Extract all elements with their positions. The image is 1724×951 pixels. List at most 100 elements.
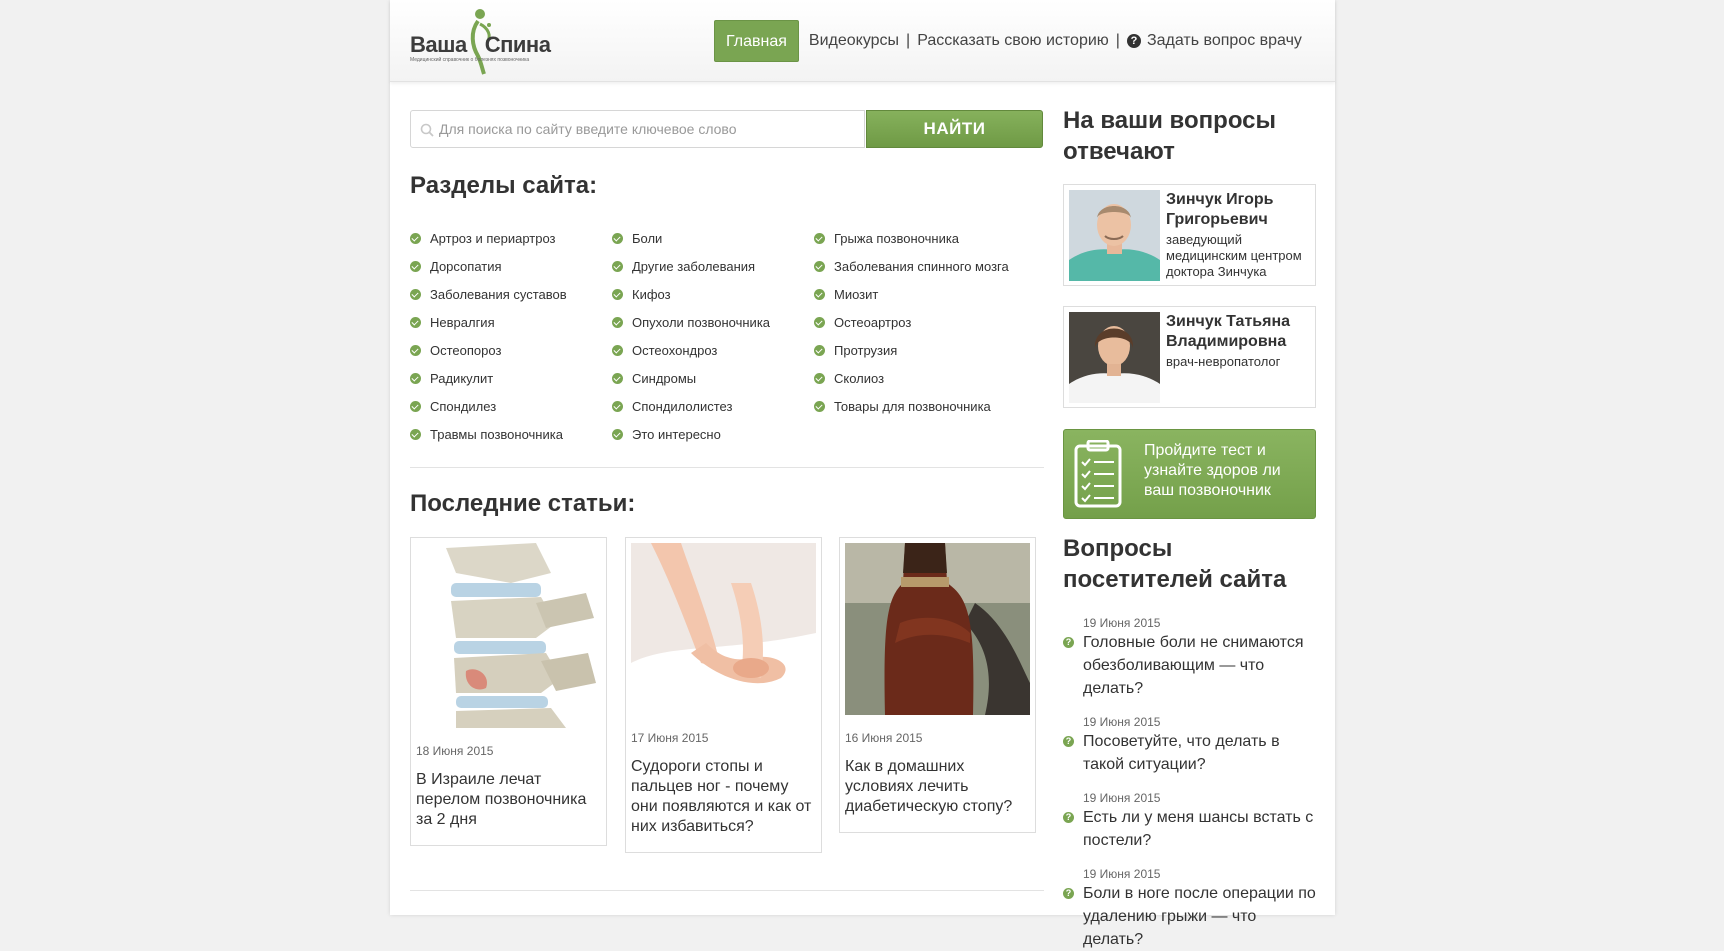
section-link[interactable]: Протрузия [814, 336, 1050, 364]
article-card[interactable]: 16 Июня 2015 Как в домашних условиях леч… [839, 537, 1036, 833]
question-link[interactable]: ? Есть ли у меня шансы встать с постели? [1063, 806, 1318, 852]
question-icon: ? [1063, 812, 1074, 823]
section-link[interactable]: Опухоли позвоночника [612, 308, 814, 336]
article-image-foot[interactable] [631, 543, 816, 715]
nav-home[interactable]: Главная [714, 20, 799, 62]
doctor-role: врач-невропатолог [1166, 354, 1281, 369]
section-label: Протрузия [834, 342, 898, 358]
section-label: Опухоли позвоночника [632, 314, 771, 330]
section-link[interactable]: Это интересно [612, 420, 814, 448]
question-text: Посоветуйте, что делать в такой ситуации… [1083, 733, 1280, 773]
question-item[interactable]: 19 Июня 2015 ? Головные боли не снимаются… [1063, 616, 1318, 700]
section-link[interactable]: Дорсопатия [410, 252, 612, 280]
question-item[interactable]: 19 Июня 2015 ? Есть ли у меня шансы встат… [1063, 791, 1318, 852]
doctor-photo[interactable] [1069, 190, 1160, 281]
article-title[interactable]: Судороги стопы и пальцев ног - почему он… [631, 757, 816, 837]
article-date: 17 Июня 2015 [631, 731, 709, 745]
section-link[interactable]: Заболевания суставов [410, 280, 612, 308]
section-label: Невралгия [430, 314, 495, 330]
question-link[interactable]: ? Боли в ноге после операции по удалению … [1063, 882, 1318, 951]
nav-ask-doctor-label: Задать вопрос врачу [1146, 32, 1302, 49]
doctor-card[interactable]: Зинчук Игорь Григорьевич заведующий меди… [1063, 184, 1316, 286]
doctor-photo[interactable] [1069, 312, 1160, 403]
section-link[interactable]: Радикулит [410, 364, 612, 392]
section-link[interactable]: Сколиоз [814, 364, 1050, 392]
doctor-card[interactable]: Зинчук Татьяна Владимировна врач-невропа… [1063, 306, 1316, 408]
experts-title: На ваши вопросы отвечают [1063, 107, 1276, 165]
section-link[interactable]: Грыжа позвоночника [814, 224, 1050, 252]
section-label: Грыжа позвоночника [834, 230, 960, 246]
section-link[interactable]: Травмы позвоночника [410, 420, 612, 448]
nav-ask-doctor[interactable]: ? Задать вопрос врачу [1126, 32, 1302, 50]
section-link[interactable]: Другие заболевания [612, 252, 814, 280]
section-link[interactable]: Миозит [814, 280, 1050, 308]
section-link[interactable]: Спондилез [410, 392, 612, 420]
check-icon [410, 344, 421, 356]
section-link[interactable]: Синдромы [612, 364, 814, 392]
sections-list: Артроз и периартроз Боли Грыжа позвоночн… [410, 224, 1050, 448]
question-icon: ? [1063, 888, 1074, 899]
check-icon [814, 372, 825, 384]
check-icon [410, 260, 421, 272]
section-label: Это интересно [632, 426, 721, 442]
search-input[interactable] [439, 111, 859, 147]
site-header: Ваша Спина Медицинский справочник о болез… [390, 0, 1335, 82]
nav-tell-story[interactable]: Рассказать свою историю [917, 32, 1109, 50]
question-icon: ? [1126, 34, 1141, 48]
question-item[interactable]: 19 Июня 2015 ? Боли в ноге после операции… [1063, 867, 1318, 951]
article-title[interactable]: Как в домашних условиях лечить диабетиче… [845, 757, 1030, 817]
question-text: Боли в ноге после операции по удалению г… [1083, 885, 1316, 948]
search-box [410, 110, 865, 148]
nav-videocourses[interactable]: Видеокурсы [809, 32, 899, 50]
section-link[interactable]: Боли [612, 224, 814, 252]
article-card[interactable]: 17 Июня 2015 Судороги стопы и пальцев но… [625, 537, 822, 853]
question-link[interactable]: ? Посоветуйте, что делать в такой ситуаци… [1063, 730, 1318, 776]
logo-text: Ваша Спина [410, 32, 551, 58]
check-icon [410, 288, 421, 300]
site-logo[interactable]: Ваша Спина Медицинский справочник о болез… [410, 6, 570, 75]
check-icon [814, 260, 825, 272]
check-icon [814, 316, 825, 328]
question-item[interactable]: 19 Июня 2015 ? Посоветуйте, что делать в … [1063, 715, 1318, 776]
section-label: Сколиоз [834, 370, 885, 386]
questions-title: Вопросы посетителей сайта [1063, 535, 1287, 593]
section-label: Остеохондроз [632, 342, 718, 358]
question-text: Головные боли не снимаются обезболивающи… [1083, 634, 1304, 697]
section-label: Другие заболевания [632, 258, 756, 274]
article-image-spine[interactable] [416, 543, 601, 728]
question-text: Есть ли у меня шансы встать с постели? [1083, 809, 1314, 849]
section-link[interactable]: Спондилолистез [612, 392, 814, 420]
section-link[interactable]: Заболевания спинного мозга [814, 252, 1050, 280]
section-link[interactable]: Невралгия [410, 308, 612, 336]
search-button[interactable]: НАЙТИ [866, 110, 1043, 148]
section-link[interactable]: Остеопороз [410, 336, 612, 364]
check-icon [612, 428, 623, 440]
check-icon [410, 428, 421, 440]
section-label: Боли [632, 230, 663, 246]
question-date: 19 Июня 2015 [1083, 867, 1161, 881]
article-title[interactable]: В Израиле лечат перелом позвоночника за … [416, 770, 601, 830]
section-label: Заболевания спинного мозга [834, 258, 1009, 274]
question-link[interactable]: ? Головные боли не снимаются обезболивающ… [1063, 631, 1318, 700]
section-link[interactable]: Остеохондроз [612, 336, 814, 364]
section-link[interactable]: Товары для позвоночника [814, 392, 1050, 420]
page-container: Ваша Спина Медицинский справочник о болез… [390, 0, 1335, 948]
spine-test-banner[interactable]: Пройдите тест и узнайте здоров ли ваш по… [1063, 429, 1316, 519]
check-icon [814, 400, 825, 412]
check-icon [612, 260, 623, 272]
doctor-role: заведующий медицинским центром доктора З… [1166, 232, 1302, 279]
article-card[interactable]: 18 Июня 2015 В Израиле лечат перелом поз… [410, 537, 607, 846]
logo-word-2: Спина [484, 32, 551, 57]
article-image-bottle[interactable] [845, 543, 1030, 715]
section-link[interactable]: Кифоз [612, 280, 814, 308]
doctor-name[interactable]: Зинчук Игорь Григорьевич [1166, 190, 1311, 230]
section-link[interactable]: Артроз и периартроз [410, 224, 612, 252]
check-icon [612, 288, 623, 300]
section-link[interactable]: Остеоартроз [814, 308, 1050, 336]
check-icon [814, 288, 825, 300]
doctor-info: Зинчук Татьяна Владимировна врач-невропа… [1166, 312, 1311, 370]
check-icon [410, 316, 421, 328]
question-icon: ? [1063, 637, 1074, 648]
articles-title: Последние статьи: [410, 490, 636, 517]
doctor-name[interactable]: Зинчук Татьяна Владимировна [1166, 312, 1311, 352]
